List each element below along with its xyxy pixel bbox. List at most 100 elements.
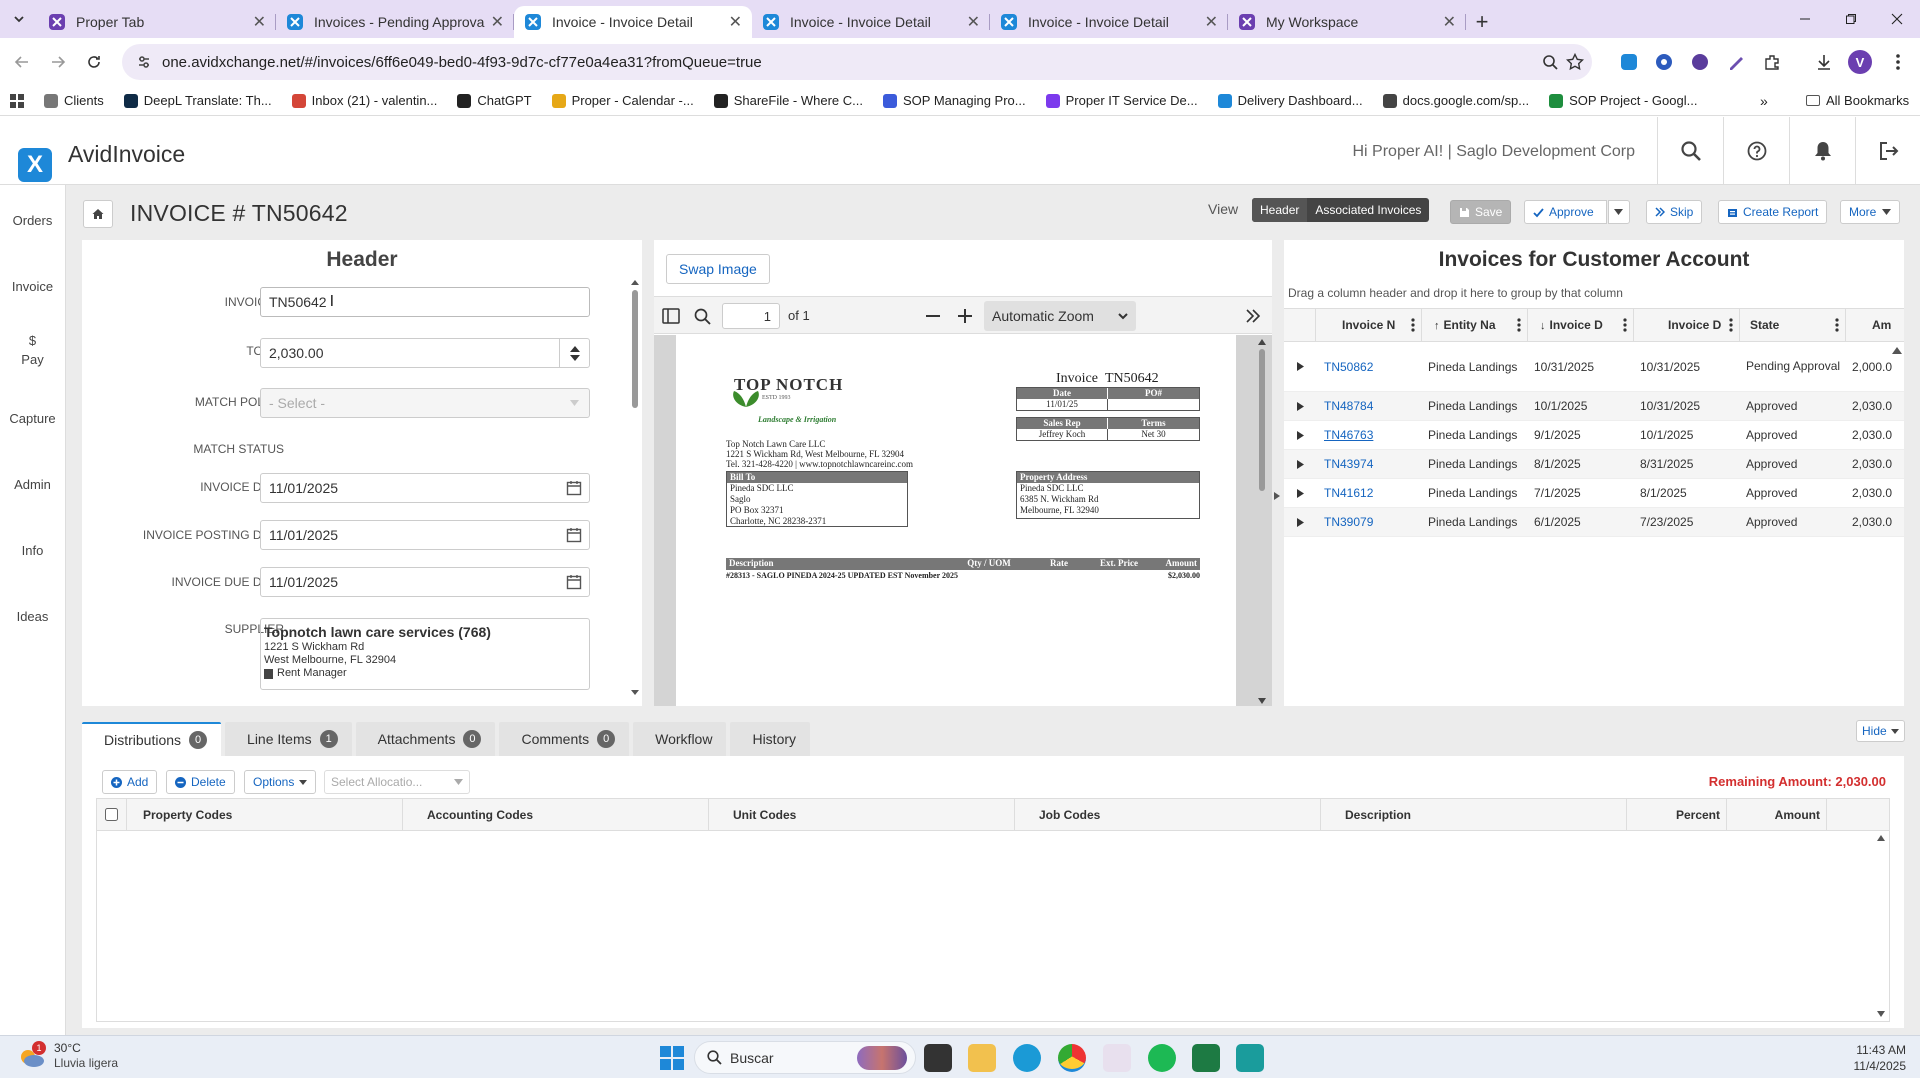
hide-button[interactable]: Hide: [1856, 720, 1905, 742]
bookmark-item[interactable]: docs.google.com/sp...: [1382, 93, 1529, 108]
close-tab-icon[interactable]: ✕: [1205, 12, 1218, 32]
column-menu-icon[interactable]: [1729, 318, 1733, 332]
delete-distribution-button[interactable]: Delete: [166, 770, 235, 794]
pdf-search-icon[interactable]: [694, 308, 711, 325]
browser-tab[interactable]: Invoice - Invoice Detail ✕: [752, 6, 990, 38]
tab-workflow[interactable]: Workflow: [633, 722, 727, 756]
column-invoice-due-date[interactable]: Invoice D: [1634, 309, 1740, 341]
nav-item-admin[interactable]: Admin: [0, 449, 65, 515]
posting-date-input[interactable]: 11/01/2025: [260, 520, 590, 550]
invoice-number-input[interactable]: TN50642 I: [260, 287, 590, 317]
invoice-link[interactable]: TN48784: [1324, 399, 1373, 413]
more-bookmarks-icon[interactable]: »: [1760, 93, 1768, 109]
bookmark-item[interactable]: Delivery Dashboard...: [1217, 93, 1363, 108]
taskbar-spotify-icon[interactable]: [1148, 1044, 1176, 1072]
sidebar-toggle-icon[interactable]: [662, 308, 680, 324]
site-info-icon[interactable]: [136, 54, 152, 70]
match-policy-select[interactable]: - Select -: [260, 388, 590, 418]
start-button[interactable]: [660, 1046, 684, 1070]
spin-down-icon[interactable]: [569, 354, 580, 361]
bookmark-item[interactable]: Inbox (21) - valentin...: [291, 93, 437, 108]
browser-tab[interactable]: Invoices - Pending Approval ✕: [276, 6, 514, 38]
browser-tab[interactable]: Invoice - Invoice Detail ✕: [514, 6, 752, 38]
column-accounting-codes[interactable]: Accounting Codes: [403, 799, 709, 830]
extensions-puzzle-icon[interactable]: [1760, 50, 1784, 74]
skip-button[interactable]: Skip: [1646, 200, 1703, 224]
notifications-bell-icon[interactable]: [1789, 117, 1855, 185]
bookmark-item[interactable]: ShareFile - Where C...: [713, 93, 863, 108]
invoice-link[interactable]: TN46763: [1324, 428, 1373, 442]
logout-icon[interactable]: [1855, 117, 1920, 185]
nav-item-pay[interactable]: $ Pay: [0, 317, 65, 383]
column-description[interactable]: Description: [1321, 799, 1627, 830]
close-tab-icon[interactable]: ✕: [967, 12, 980, 32]
search-icon[interactable]: [1657, 117, 1723, 185]
page-number-input[interactable]: 1: [722, 303, 780, 329]
column-state[interactable]: State: [1740, 309, 1846, 341]
browser-tab[interactable]: My Workspace ✕: [1228, 6, 1466, 38]
table-row[interactable]: TN46763 Pineda Landings 9/1/2025 10/1/2025 A…: [1284, 421, 1904, 450]
taskbar-app-terminal-icon[interactable]: [924, 1044, 952, 1072]
nav-item-ideas[interactable]: Ideas: [0, 581, 65, 647]
table-row[interactable]: TN39079 Pineda Landings 6/1/2025 7/23/2025 A…: [1284, 508, 1904, 537]
weather-widget[interactable]: 1 30°C Lluvia ligera: [18, 1041, 118, 1071]
browser-tab[interactable]: Invoice - Invoice Detail ✕: [990, 6, 1228, 38]
bookmark-item[interactable]: Proper - Calendar -...: [551, 93, 694, 108]
tab-search-icon[interactable]: [0, 0, 38, 38]
bookmark-star-icon[interactable]: [1566, 53, 1584, 71]
invoice-link[interactable]: TN41612: [1324, 486, 1373, 500]
expand-row-icon[interactable]: [1284, 430, 1316, 440]
spin-up-icon[interactable]: [569, 345, 580, 352]
taskbar-slack-icon[interactable]: [1103, 1044, 1131, 1072]
expand-row-icon[interactable]: [1284, 517, 1316, 527]
invoice-number-cell[interactable]: TN41612: [1316, 486, 1422, 500]
taskbar-chrome-icon[interactable]: [1058, 1044, 1086, 1072]
save-button[interactable]: Save: [1450, 200, 1512, 224]
column-percent[interactable]: Percent: [1627, 799, 1727, 830]
column-menu-icon[interactable]: [1411, 318, 1415, 332]
expand-row-icon[interactable]: [1284, 401, 1316, 411]
invoice-number-cell[interactable]: TN48784: [1316, 399, 1422, 413]
invoice-link[interactable]: TN43974: [1324, 457, 1373, 471]
expand-row-icon[interactable]: [1284, 459, 1316, 469]
bookmark-item[interactable]: Proper IT Service De...: [1045, 93, 1198, 108]
zoom-select[interactable]: Automatic Zoom: [984, 301, 1136, 331]
table-row[interactable]: TN48784 Pineda Landings 10/1/2025 10/31/202…: [1284, 392, 1904, 421]
calendar-icon[interactable]: [559, 568, 589, 596]
bookmark-item[interactable]: SOP Project - Googl...: [1549, 93, 1697, 108]
form-scrollbar[interactable]: [630, 278, 640, 698]
nav-item-orders[interactable]: Orders: [0, 185, 65, 251]
column-menu-icon[interactable]: [1835, 318, 1839, 332]
close-window-button[interactable]: [1874, 0, 1920, 38]
total-input[interactable]: 2,030.00: [260, 338, 590, 368]
url-bar[interactable]: one.avidxchange.net/#/invoices/6ff6e049-…: [122, 44, 1592, 80]
pdf-document-area[interactable]: TOP NOTCH ESTD 1993 Landscape & Irrigati…: [654, 335, 1272, 706]
taskbar-excel-icon[interactable]: [1192, 1044, 1220, 1072]
restore-button[interactable]: [1828, 0, 1874, 38]
all-bookmarks-button[interactable]: All Bookmarks: [1806, 93, 1909, 108]
close-tab-icon[interactable]: ✕: [253, 12, 266, 32]
column-invoice-number[interactable]: Invoice N: [1316, 309, 1422, 341]
panel-collapse-icon[interactable]: [1274, 492, 1280, 500]
column-invoice-date[interactable]: ↓ Invoice D: [1528, 309, 1634, 341]
table-row[interactable]: TN41612 Pineda Landings 7/1/2025 8/1/2025 Ap…: [1284, 479, 1904, 508]
zoom-out-icon[interactable]: [926, 315, 940, 317]
bookmark-item[interactable]: ChatGPT: [457, 93, 532, 108]
invoice-date-input[interactable]: 11/01/2025: [260, 473, 590, 503]
table-row[interactable]: TN50862 Pineda Landings 10/31/2025 10/31/20…: [1284, 342, 1904, 392]
supplier-card[interactable]: Topnotch lawn care services (768) 1221 S…: [260, 618, 590, 690]
approve-button[interactable]: Approve: [1524, 200, 1607, 224]
grid-scrollbar[interactable]: [1875, 833, 1887, 1019]
invoice-number-cell[interactable]: TN43974: [1316, 457, 1422, 471]
table-row[interactable]: TN43974 Pineda Landings 8/1/2025 8/31/2025 A…: [1284, 450, 1904, 479]
forward-button[interactable]: [40, 44, 76, 80]
invoice-number-cell[interactable]: TN39079: [1316, 515, 1422, 529]
browser-menu-icon[interactable]: [1886, 50, 1910, 74]
help-icon[interactable]: [1723, 117, 1789, 185]
add-distribution-button[interactable]: Add: [102, 770, 158, 794]
reload-button[interactable]: [76, 44, 112, 80]
tab-attachments[interactable]: Attachments 0: [355, 722, 496, 756]
grid-scroll-up-icon[interactable]: [1892, 346, 1902, 354]
allocation-select[interactable]: Select Allocatio...: [324, 770, 470, 794]
column-unit-codes[interactable]: Unit Codes: [709, 799, 1015, 830]
